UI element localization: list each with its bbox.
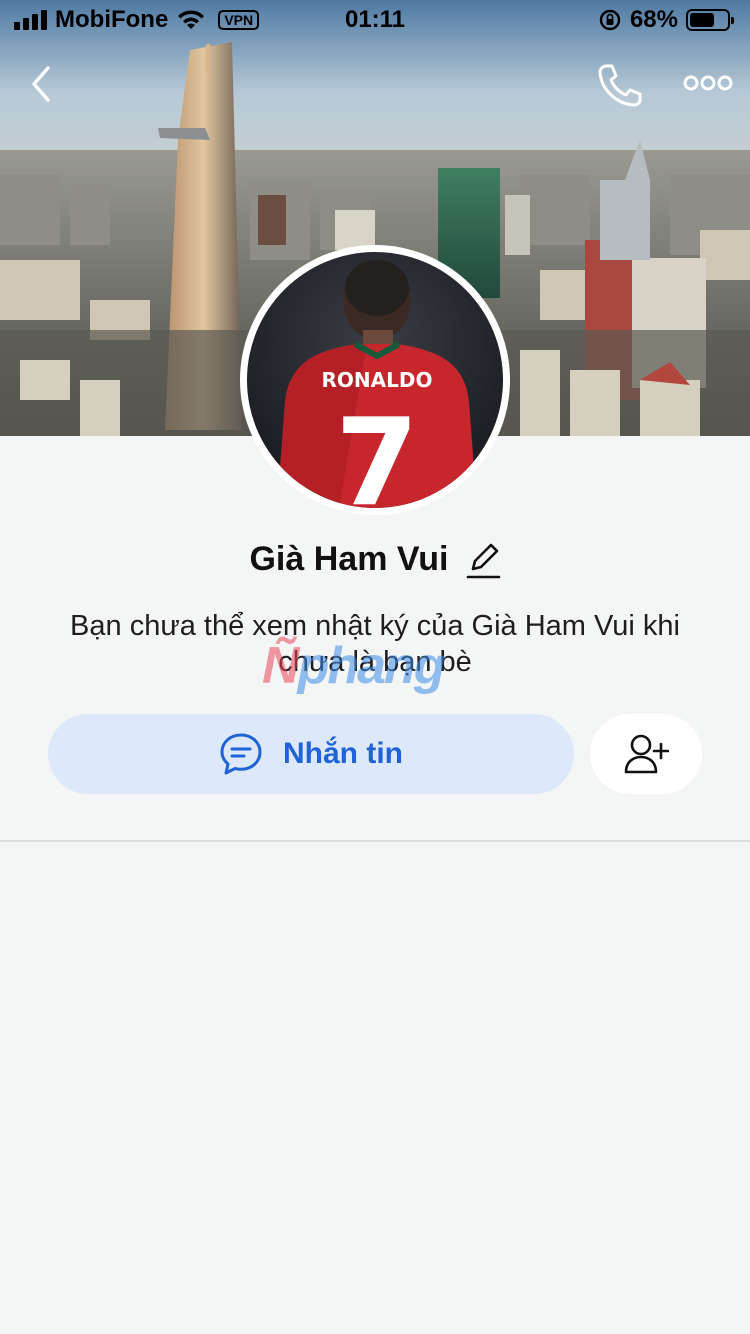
add-friend-icon (624, 734, 669, 774)
avatar-illustration: RONALDO 7 (247, 260, 503, 508)
jersey-name: RONALDO (322, 368, 433, 392)
section-divider (0, 840, 750, 842)
profile-name-row: Già Ham Vui (0, 534, 750, 584)
edit-icon[interactable] (465, 539, 501, 579)
back-icon (32, 66, 50, 102)
message-button[interactable]: Nhắn tin (48, 714, 574, 794)
jersey-number: 7 (335, 394, 419, 508)
call-button[interactable] (592, 60, 646, 108)
profile-name: Già Ham Vui (249, 539, 449, 578)
more-button[interactable] (682, 66, 734, 100)
battery-level (690, 13, 715, 27)
message-button-label: Nhắn tin (283, 737, 403, 770)
watermark-logo: Ñphang (262, 637, 446, 695)
back-button[interactable] (22, 60, 62, 108)
phone-icon (598, 64, 642, 107)
rotation-lock-icon (599, 9, 621, 31)
avatar-image: RONALDO 7 (247, 252, 503, 508)
chat-icon (220, 733, 262, 775)
add-friend-button[interactable] (590, 714, 702, 794)
battery-icon (686, 9, 734, 31)
avatar[interactable]: RONALDO 7 (240, 245, 510, 515)
more-icon (683, 75, 733, 91)
battery-percent: 68% (629, 6, 678, 33)
status-bar: MobiFone VPN 01:11 68% (0, 0, 750, 40)
status-right: 68% (598, 6, 734, 34)
